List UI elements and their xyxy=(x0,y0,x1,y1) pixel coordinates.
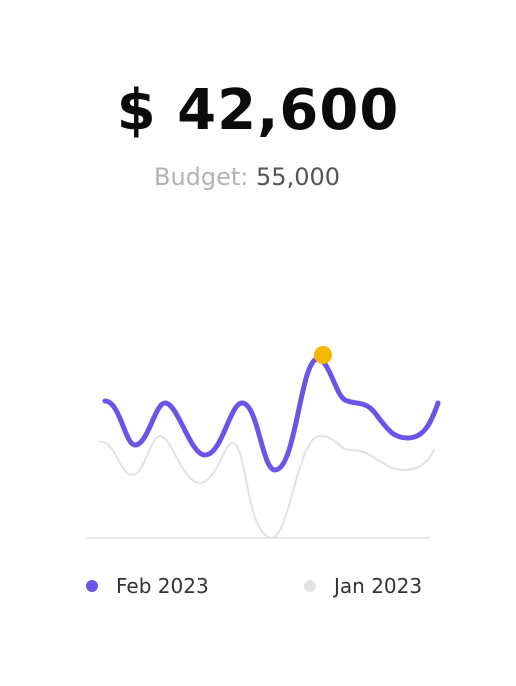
legend-dot-jan-2023 xyxy=(304,580,316,592)
series-line-feb-2023 xyxy=(102,356,441,473)
legend-item-jan-2023: Jan 2023 xyxy=(304,571,422,601)
legend-item-feb-2023: Feb 2023 xyxy=(86,571,209,601)
series-line-jan-2023 xyxy=(99,434,435,540)
chart-legend: Feb 2023 Jan 2023 xyxy=(0,571,516,601)
legend-label-jan-2023: Jan 2023 xyxy=(334,574,423,598)
summary-card: $ 42,600 Budget: 55,000 Feb 2023 Jan 202… xyxy=(0,0,516,686)
legend-dot-feb-2023 xyxy=(86,580,98,592)
highlight-point xyxy=(314,346,332,364)
legend-label-feb-2023: Feb 2023 xyxy=(116,574,209,598)
